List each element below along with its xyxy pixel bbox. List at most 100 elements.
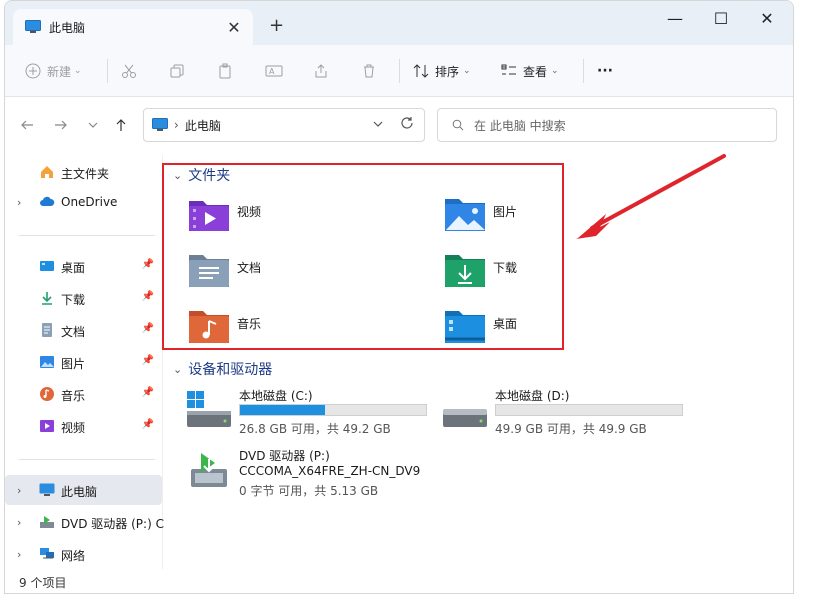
copy-icon [170,64,184,78]
rename-icon: A [265,65,283,77]
search-icon [452,119,464,131]
pin-icon[interactable]: 📌 [142,323,154,334]
breadcrumb-chevron-icon: › [174,118,179,132]
annotation-arrow-icon [576,154,726,239]
sidebar-item-label: 此电脑 [61,485,98,499]
pin-icon[interactable]: 📌 [142,387,154,398]
pin-icon[interactable]: 📌 [142,259,154,270]
new-button[interactable]: 新建 ⌄ [25,59,82,83]
delete-button[interactable] [361,59,377,83]
new-label: 新建 [47,64,72,79]
drive-label: CCCOMA_X64FRE_ZH-CN_DV9 [239,464,421,478]
annotation-highlight-box [162,163,564,350]
chevron-down-icon: ⌄ [74,66,82,76]
chevron-down-icon [88,122,98,128]
drive-usage-bar [239,404,427,416]
pin-icon[interactable]: 📌 [142,355,154,366]
chevron-down-icon: ⌄ [463,66,471,76]
tab-this-pc[interactable]: 此电脑 ✕ [13,9,253,45]
sidebar-item-network[interactable]: › 网络 [5,539,162,569]
dvd-icon [40,516,54,528]
chevron-right-icon[interactable]: › [17,484,21,497]
section-drives-header[interactable]: ⌄ 设备和驱动器 [173,359,272,379]
sidebar-item-documents[interactable]: 文档 📌 [5,315,162,345]
home-icon [41,166,53,178]
drive-usage-bar [495,404,683,416]
navigation-pane: 主文件夹 › OneDrive 桌面 📌 下载 📌 文档 📌 图片 📌 音乐 📌… [5,155,164,569]
view-label: 查看 [523,64,548,79]
drive-name: 本地磁盘 (C:) [239,389,313,403]
divider [399,59,400,83]
chevron-right-icon[interactable]: › [17,548,21,561]
scissors-icon [122,64,136,78]
sidebar-item-videos[interactable]: 视频 📌 [5,411,162,441]
recent-locations-button[interactable] [83,118,103,136]
divider [19,459,155,460]
share-button[interactable] [313,59,329,83]
arrow-right-icon [55,120,67,130]
back-button[interactable] [17,118,37,136]
cloud-icon [40,196,55,206]
drive-d[interactable]: 本地磁盘 (D:) 49.9 GB 可用，共 49.9 GB [443,387,693,439]
sidebar-item-music[interactable]: 音乐 📌 [5,379,162,409]
arrow-left-icon [21,120,33,130]
sidebar-item-label: 文档 [61,325,86,339]
sidebar-item-dvd[interactable]: › DVD 驱动器 (P:) C [5,507,164,537]
chevron-down-icon: ⌄ [173,362,183,376]
pin-icon[interactable]: 📌 [142,419,154,430]
download-icon [42,292,52,305]
network-icon [40,548,54,559]
sort-button[interactable]: 排序 ⌄ [413,59,471,83]
windows-drive-icon [187,391,231,427]
paste-button[interactable] [217,59,233,83]
rename-button[interactable]: A [265,59,283,83]
breadcrumb[interactable]: 此电脑 [185,117,221,134]
drive-name: DVD 驱动器 (P:) [239,449,330,463]
more-options-button[interactable]: ··· [597,59,613,83]
copy-button[interactable] [169,59,185,83]
sidebar-item-label: OneDrive [61,195,118,209]
search-input[interactable]: 在 此电脑 中搜索 [437,108,777,142]
new-tab-button[interactable]: + [269,15,284,36]
sidebar-item-downloads[interactable]: 下载 📌 [5,283,162,313]
plus-circle-icon [25,63,41,79]
close-button[interactable]: ✕ [747,9,787,33]
sidebar-item-this-pc[interactable]: › 此电脑 [5,475,162,505]
divider [19,235,155,236]
sidebar-item-label: 桌面 [61,261,86,275]
drive-c[interactable]: 本地磁盘 (C:) 26.8 GB 可用，共 49.2 GB [187,387,437,439]
view-button[interactable]: 查看 ⌄ [501,59,559,83]
refresh-icon[interactable] [400,116,414,134]
trash-icon [364,64,374,78]
computer-icon [25,20,41,33]
title-bar: 此电脑 ✕ + — ☐ ✕ [5,1,793,45]
pin-icon[interactable]: 📌 [142,291,154,302]
forward-button[interactable] [51,118,71,136]
maximize-button[interactable]: ☐ [701,9,741,33]
sidebar-item-desktop[interactable]: 桌面 📌 [5,251,162,281]
sidebar-item-label: 下载 [61,293,86,307]
minimize-button[interactable]: — [655,9,695,33]
sidebar-item-onedrive[interactable]: › OneDrive [5,187,162,217]
drive-dvd[interactable]: DVD 驱动器 (P:) CCCOMA_X64FRE_ZH-CN_DV9 0 字… [187,447,437,503]
desktop-icon [40,261,54,271]
chevron-right-icon[interactable]: › [17,516,21,529]
up-button[interactable] [111,118,131,136]
section-title: 设备和驱动器 [188,362,273,378]
picture-icon [40,356,54,368]
drive-icon [443,409,487,427]
computer-icon [39,483,55,496]
sidebar-item-pictures[interactable]: 图片 📌 [5,347,162,377]
command-bar: 新建 ⌄ A 排序 ⌄ 查看 ⌄ ··· [5,45,793,97]
chevron-down-icon: ⌄ [551,66,559,76]
chevron-right-icon[interactable]: › [17,196,21,209]
drive-name: 本地磁盘 (D:) [495,389,570,403]
address-bar[interactable]: › 此电脑 [143,108,425,142]
address-dropdown-icon[interactable] [372,118,384,133]
dvd-drive-icon [191,453,227,487]
svg-text:A: A [269,67,275,76]
cut-button[interactable] [121,59,137,83]
video-icon [40,420,54,432]
tab-close-button[interactable]: ✕ [225,18,243,37]
sidebar-item-home[interactable]: 主文件夹 [5,157,162,187]
